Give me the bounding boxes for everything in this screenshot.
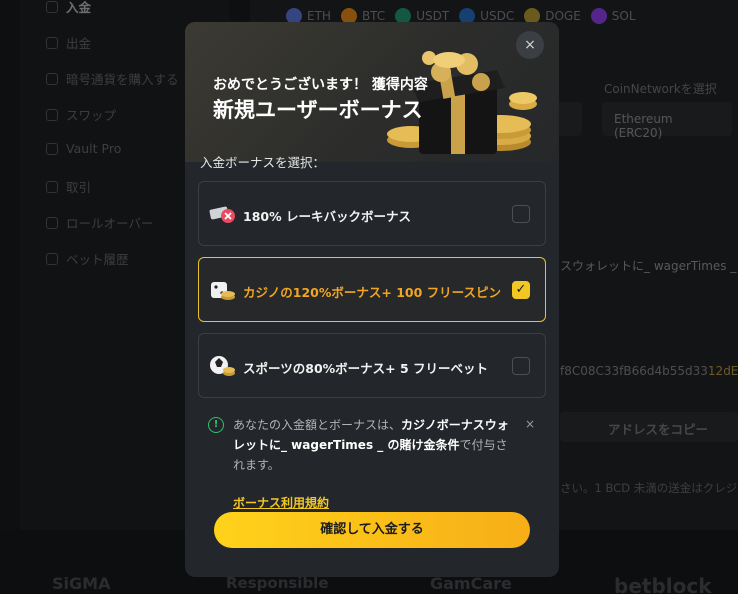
bonus-checkbox-checked[interactable]: ✓ bbox=[512, 281, 530, 299]
notice-text-1: あなたの入金額とボーナスは、 bbox=[233, 418, 402, 432]
modal-title: 新規ユーザーボーナス bbox=[213, 98, 423, 122]
bonus-modal: × おめでとうございます！ 獲得内容 新規ユーザーボーナス 入金ボーナスを選択：… bbox=[185, 22, 559, 577]
bonus-terms-link[interactable]: ボーナス利用規約 bbox=[233, 494, 329, 511]
bonus-option-rakeback[interactable]: 180% レーキバックボーナス bbox=[198, 181, 546, 246]
notice-close-icon[interactable]: × bbox=[525, 417, 535, 431]
bonus-option-label: カジノの120%ボーナス+ 100 フリースピン bbox=[243, 285, 502, 300]
modal-header: × おめでとうございます！ 獲得内容 新規ユーザーボーナス bbox=[185, 22, 559, 162]
bonus-option-label: 180% レーキバックボーナス bbox=[243, 209, 411, 224]
confirm-deposit-button[interactable]: 確認して入金する bbox=[214, 512, 530, 548]
bonus-checkbox[interactable] bbox=[512, 205, 530, 223]
sports-icon bbox=[210, 356, 235, 376]
bonus-checkbox[interactable] bbox=[512, 357, 530, 375]
notice-text: あなたの入金額とボーナスは、カジノボーナスウォレットに_ wagerTimes … bbox=[233, 415, 518, 475]
rakeback-icon bbox=[209, 206, 235, 223]
bonus-option-casino[interactable]: カジノの120%ボーナス+ 100 フリースピン ✓ bbox=[198, 257, 546, 322]
bonus-select-label: 入金ボーナスを選択： bbox=[200, 155, 326, 170]
modal-close-button[interactable]: × bbox=[516, 31, 544, 59]
info-icon: ! bbox=[208, 417, 224, 433]
casino-icon bbox=[211, 282, 235, 300]
bonus-option-sports[interactable]: スポーツの80%ボーナス+ 5 フリーベット bbox=[198, 333, 546, 398]
modal-subtitle: おめでとうございます！ 獲得内容 bbox=[213, 77, 428, 93]
bonus-option-label: スポーツの80%ボーナス+ 5 フリーベット bbox=[243, 361, 489, 376]
